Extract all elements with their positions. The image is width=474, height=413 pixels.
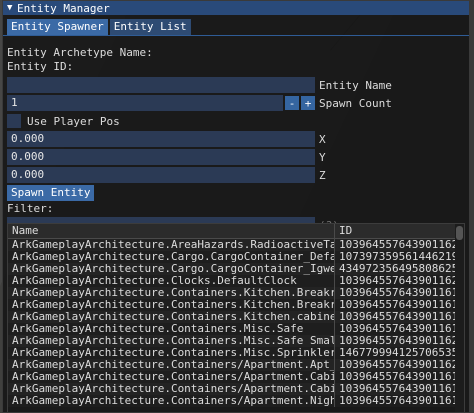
table-row[interactable]: ArkGameplayArchitecture.Containers.Kitch… — [8, 311, 464, 323]
cell-name: ArkGameplayArchitecture.Containers/Apart… — [8, 359, 335, 371]
cell-name: ArkGameplayArchitecture.Containers.Kitch… — [8, 287, 335, 299]
cell-id: 1039645576439011617 — [339, 299, 455, 311]
tab-bar: Entity Spawner Entity List — [3, 15, 469, 36]
triangle-down-icon[interactable]: ▼ — [7, 3, 17, 13]
cell-id: 1039645576439011621 — [339, 239, 455, 251]
scrollbar[interactable] — [455, 224, 464, 412]
z-label: Z — [319, 168, 326, 182]
use-player-pos-checkbox[interactable] — [7, 114, 21, 128]
cell-id: 1467799941257065350 — [339, 347, 455, 359]
cell-name: ArkGameplayArchitecture.Containers.Kitch… — [8, 299, 335, 311]
cell-name: ArkGameplayArchitecture.Cargo.CargoConta… — [8, 263, 335, 275]
spawn-count-label: Spawn Count — [319, 96, 392, 110]
table-row[interactable]: ArkGameplayArchitecture.Cargo.CargoConta… — [8, 263, 464, 275]
table-row[interactable]: ArkGameplayArchitecture.Cargo.CargoConta… — [8, 251, 464, 263]
scrollbar-thumb[interactable] — [456, 226, 463, 240]
table-row[interactable]: ArkGameplayArchitecture.AreaHazards.Radi… — [8, 239, 464, 251]
window-title: Entity Manager — [17, 1, 110, 15]
table-row[interactable]: ArkGameplayArchitecture.Clocks.DefaultCl… — [8, 275, 464, 287]
cell-id: 1039645576439011623 — [339, 275, 455, 287]
tab-entity-spawner[interactable]: Entity Spawner — [7, 19, 108, 35]
table-row[interactable]: ArkGameplayArchitecture.Containers/Apart… — [8, 383, 464, 395]
cell-name: ArkGameplayArchitecture.Containers.Kitch… — [8, 311, 335, 323]
cell-id: 1039645576439011622 — [339, 359, 455, 371]
filter-label: Filter: — [7, 202, 54, 215]
window-titlebar[interactable]: ▼ Entity Manager — [3, 1, 469, 15]
cell-id: 1039645576439011616 — [339, 311, 455, 323]
cell-id: 1039645576439011616 — [339, 371, 455, 383]
cell-id: 1039645576439011620 — [339, 335, 455, 347]
z-input[interactable]: 0.000 — [7, 167, 315, 183]
cell-id: 1039645576439011616 — [339, 383, 455, 395]
cell-id: 1039645576439011617 — [339, 287, 455, 299]
entity-name-label: Entity Name — [319, 78, 392, 92]
spawner-panel: Entity Archetype Name: Entity ID: Entity… — [3, 36, 469, 234]
cell-id: 1039645576439011619 — [339, 323, 455, 335]
table-row[interactable]: ArkGameplayArchitecture.Containers.Kitch… — [8, 299, 464, 311]
spawn-count-input[interactable]: 1 — [7, 95, 283, 111]
table-row[interactable]: ArkGameplayArchitecture.Containers/Apart… — [8, 371, 464, 383]
column-header-name[interactable]: Name — [8, 224, 335, 238]
table-row[interactable]: ArkGameplayArchitecture.Containers.Kitch… — [8, 287, 464, 299]
cell-id: 4349723564958086257 — [339, 263, 455, 275]
cell-name: ArkGameplayArchitecture.Clocks.DefaultCl… — [8, 275, 335, 287]
entity-id-label: Entity ID: — [7, 60, 74, 73]
table-row[interactable]: ArkGameplayArchitecture.Containers/Apart… — [8, 395, 464, 407]
table-header: Name ID — [8, 224, 464, 239]
cell-name: ArkGameplayArchitecture.Containers.Misc.… — [8, 335, 335, 347]
cell-name: ArkGameplayArchitecture.AreaHazards.Radi… — [8, 239, 335, 251]
cell-name: ArkGameplayArchitecture.Containers.Misc.… — [8, 347, 335, 359]
entity-manager-window: ▼ Entity Manager Entity Spawner Entity L… — [2, 0, 470, 413]
table-row[interactable]: ArkGameplayArchitecture.Containers/Apart… — [8, 359, 464, 371]
x-input[interactable]: 0.000 — [7, 131, 315, 147]
entity-table: Name ID ArkGameplayArchitecture.AreaHaza… — [7, 223, 465, 412]
y-label: Y — [319, 150, 326, 164]
spawn-entity-button[interactable]: Spawn Entity — [7, 185, 95, 201]
x-label: X — [319, 132, 326, 146]
archetype-label: Entity Archetype Name: — [7, 46, 153, 59]
table-body: ArkGameplayArchitecture.AreaHazards.Radi… — [8, 239, 464, 407]
entity-name-input[interactable] — [7, 77, 315, 93]
column-header-id[interactable]: ID — [335, 224, 455, 238]
tab-entity-list[interactable]: Entity List — [109, 19, 191, 35]
cell-id: 1039645576439011615 — [339, 395, 455, 407]
use-player-pos-label: Use Player Pos — [27, 114, 120, 128]
cell-name: ArkGameplayArchitecture.Containers/Apart… — [8, 383, 335, 395]
cell-name: ArkGameplayArchitecture.Containers/Apart… — [8, 395, 335, 407]
decrement-button[interactable]: - — [285, 96, 299, 110]
increment-button[interactable]: + — [301, 96, 315, 110]
cell-name: ArkGameplayArchitecture.Containers.Misc.… — [8, 323, 335, 335]
table-row[interactable]: ArkGameplayArchitecture.Containers.Misc.… — [8, 323, 464, 335]
table-row[interactable]: ArkGameplayArchitecture.Containers.Misc.… — [8, 335, 464, 347]
cell-name: ArkGameplayArchitecture.Containers/Apart… — [8, 371, 335, 383]
y-input[interactable]: 0.000 — [7, 149, 315, 165]
cell-id: 1073973595614462195 — [339, 251, 455, 263]
table-row[interactable]: ArkGameplayArchitecture.Containers.Misc.… — [8, 347, 464, 359]
cell-name: ArkGameplayArchitecture.Cargo.CargoConta… — [8, 251, 335, 263]
